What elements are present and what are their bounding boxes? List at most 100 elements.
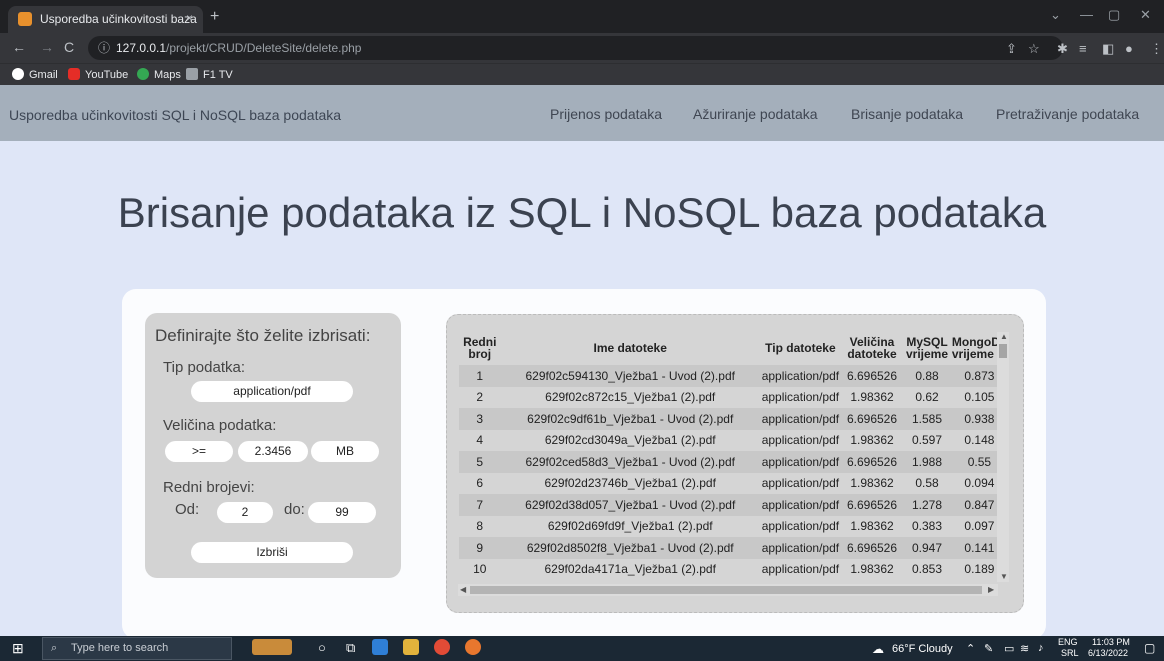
reload-icon[interactable]: C [64, 39, 74, 55]
cell-mysql-time: 0.947 [911, 540, 943, 555]
browser-tab[interactable]: Usporedba učinkovitosti baza × [8, 6, 203, 33]
bookmark-f1tv[interactable]: F1 TV [186, 68, 233, 81]
table-vertical-scrollbar[interactable]: ▲ ▼ [997, 332, 1009, 582]
cell-row-number: 4 [476, 433, 484, 448]
scroll-left-icon[interactable]: ◀ [460, 585, 466, 594]
chrome-icon[interactable] [434, 639, 450, 655]
delete-button[interactable]: Izbriši [191, 542, 353, 563]
maximize-icon[interactable]: ▢ [1108, 7, 1120, 23]
side-panel-icon[interactable]: ◧ [1102, 41, 1114, 57]
table-row: 2 629f02c872c15_Vježba1 (2).pdf applicatio… [459, 386, 1008, 408]
cell-filetype: application/pdf [761, 368, 840, 383]
vertical-scroll-thumb[interactable] [999, 344, 1007, 358]
taskbar-search-box[interactable]: ⌕ Type here to search [42, 637, 232, 660]
nav-link-search[interactable]: Pretraživanje podataka [996, 106, 1139, 122]
back-icon[interactable]: ← [12, 39, 26, 55]
type-input[interactable]: application/pdf [191, 381, 353, 402]
url-path: /projekt/CRUD/DeleteSite/delete.php [166, 41, 362, 55]
address-bar[interactable]: ⓘ 127.0.0.1/projekt/CRUD/DeleteSite/dele… [88, 36, 1063, 60]
to-input[interactable]: 99 [308, 502, 376, 523]
menu-kebab-icon[interactable]: ⋮ [1150, 41, 1163, 57]
volume-icon[interactable]: ♪ [1038, 642, 1044, 654]
close-window-icon[interactable]: ✕ [1140, 7, 1151, 23]
battery-icon[interactable]: ▭ [1004, 642, 1014, 655]
cell-mysql-time: 0.58 [915, 476, 939, 491]
size-label: Veličina podatka: [163, 417, 277, 434]
youtube-icon [68, 68, 80, 80]
form-title: Definirajte što želite izbrisati: [155, 326, 371, 345]
table-row: 4 629f02cd3049a_Vježba1 (2).pdf applicatio… [459, 429, 1008, 451]
cell-row-number: 2 [476, 390, 484, 405]
browser-toolbar: ← → C ⓘ 127.0.0.1/projekt/CRUD/DeleteSit… [0, 33, 1164, 63]
cortana-icon[interactable]: ○ [318, 640, 326, 655]
cell-filetype: application/pdf [761, 454, 840, 469]
bookmarks-bar: Gmail YouTube Maps F1 TV [0, 63, 1164, 85]
bookmark-label: Gmail [29, 69, 58, 81]
bookmark-star-icon[interactable]: ☆ [1028, 41, 1040, 57]
reading-list-icon[interactable]: ≡ [1079, 41, 1087, 56]
weather-text[interactable]: 66°F Cloudy [892, 643, 953, 655]
clock-date[interactable]: 6/13/2022 [1088, 648, 1128, 658]
from-input[interactable]: 2 [217, 502, 273, 523]
tab-close-icon[interactable]: × [186, 11, 193, 25]
page-title: Brisanje podataka iz SQL i NoSQL baza po… [117, 189, 1047, 236]
wifi-icon[interactable]: ≋ [1020, 642, 1029, 655]
tray-overflow-icon[interactable]: ⌃ [966, 642, 975, 655]
new-tab-button[interactable]: + [210, 8, 219, 26]
scroll-right-icon[interactable]: ▶ [988, 585, 994, 594]
task-view-icon[interactable]: ⧉ [346, 640, 355, 656]
cell-filename: 629f02d23746b_Vježba1 (2).pdf [544, 476, 716, 491]
nav-link-update[interactable]: Ažuriranje podataka [693, 106, 818, 122]
bookmark-maps[interactable]: Maps [137, 68, 181, 81]
file-explorer-icon[interactable] [403, 639, 419, 655]
scroll-up-icon[interactable]: ▲ [1000, 332, 1008, 341]
site-brand[interactable]: Usporedba učinkovitosti SQL i NoSQL baza… [9, 107, 341, 123]
size-unit-select[interactable]: MB [311, 441, 379, 462]
site-info-icon[interactable]: ⓘ [98, 39, 110, 56]
cell-filename: 629f02da4171a_Vježba1 (2).pdf [544, 562, 716, 577]
nav-link-delete[interactable]: Brisanje podataka [851, 106, 963, 122]
cell-row-number: 1 [476, 368, 484, 383]
table-row: 1 629f02c594130_Vježba1 - Uvod (2).pdf app… [459, 365, 1008, 387]
table-row: 9 629f02d8502f8_Vježba1 - Uvod (2).pdf app… [459, 537, 1008, 559]
windows-start-icon[interactable]: ⊞ [12, 640, 24, 657]
horizontal-scroll-thumb[interactable] [470, 586, 982, 594]
minimize-icon[interactable]: — [1080, 7, 1093, 22]
notifications-icon[interactable]: ▢ [1144, 641, 1155, 655]
cell-filesize: 6.696526 [846, 368, 898, 383]
cell-filetype: application/pdf [761, 390, 840, 405]
keyboard-layout[interactable]: SRL [1061, 648, 1079, 658]
nav-link-upload[interactable]: Prijenos podataka [550, 106, 662, 122]
table-row: 7 629f02d38d057_Vježba1 - Uvod (2).pdf app… [459, 494, 1008, 516]
weather-widget-icon[interactable] [252, 639, 292, 655]
maps-pin-icon [137, 68, 149, 80]
share-icon[interactable]: ⇪ [1006, 41, 1017, 57]
profile-icon[interactable]: ● [1125, 41, 1133, 56]
cell-row-number: 8 [476, 519, 484, 534]
cell-filesize: 1.98362 [850, 562, 894, 577]
table-horizontal-scrollbar[interactable]: ◀ ▶ [458, 584, 998, 596]
range-label: Redni brojevi: [163, 479, 255, 496]
cell-row-number: 6 [476, 476, 484, 491]
size-operator-select[interactable]: >= [165, 441, 233, 462]
tab-title: Usporedba učinkovitosti baza [40, 12, 197, 26]
tab-search-icon[interactable]: ⌄ [1050, 7, 1061, 23]
size-value-input[interactable]: 2.3456 [238, 441, 308, 462]
bookmark-gmail[interactable]: Gmail [12, 68, 58, 81]
language-code[interactable]: ENG [1058, 637, 1078, 647]
bookmark-youtube[interactable]: YouTube [68, 68, 128, 81]
cell-filename: 629f02cd3049a_Vježba1 (2).pdf [544, 433, 716, 448]
cell-filesize: 1.98362 [850, 433, 894, 448]
firefox-icon[interactable] [465, 639, 481, 655]
cell-filename: 629f02ced58d3_Vježba1 - Uvod (2).pdf [525, 454, 735, 469]
extensions-icon[interactable]: ✱ [1057, 41, 1068, 57]
cell-filename: 629f02d8502f8_Vježba1 - Uvod (2).pdf [526, 540, 734, 555]
cell-filesize: 6.696526 [846, 497, 898, 512]
clock-time[interactable]: 11:03 PM [1092, 637, 1130, 647]
bookmark-label: Maps [154, 69, 181, 81]
to-label: do: [284, 501, 305, 518]
scroll-down-icon[interactable]: ▼ [1000, 572, 1008, 581]
cell-filetype: application/pdf [761, 497, 840, 512]
pen-icon[interactable]: ✎ [984, 642, 993, 655]
vscode-icon[interactable] [372, 639, 388, 655]
